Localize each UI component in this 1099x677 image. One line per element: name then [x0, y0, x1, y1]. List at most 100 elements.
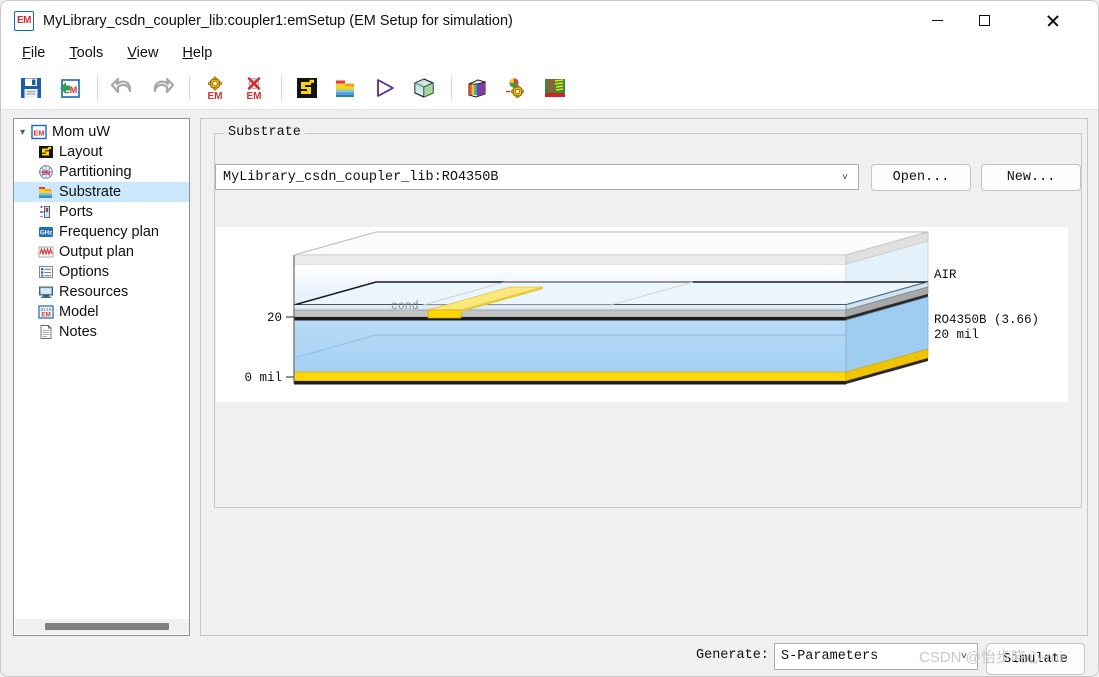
- save-button[interactable]: [15, 72, 47, 104]
- tree-item-label: Model: [59, 304, 99, 320]
- tree-item-ports[interactable]: Ports: [14, 202, 189, 222]
- tree-item-resources[interactable]: Resources: [14, 282, 189, 302]
- layout-icon: [297, 77, 317, 98]
- save-icon: [21, 77, 41, 98]
- results-button[interactable]: [539, 72, 571, 104]
- em-delete-icon: EM: [247, 76, 262, 101]
- tree-item-label: Resources: [59, 284, 129, 300]
- import-em-setup-button[interactable]: EM: [54, 72, 86, 104]
- scrollbar-thumb[interactable]: [45, 623, 169, 630]
- menu-item-file[interactable]: File: [10, 45, 57, 61]
- toolbar-separator-4: [451, 75, 452, 100]
- chevron-down-icon[interactable]: ˅: [951, 651, 977, 662]
- svg-text:EM: EM: [247, 91, 262, 101]
- axis-label-20: 20: [267, 311, 282, 325]
- svg-text:EM: EM: [33, 129, 44, 138]
- maximize-button[interactable]: [961, 1, 1007, 40]
- toolbar-separator-1: [97, 75, 98, 100]
- resources-icon: [37, 284, 54, 301]
- tree-item-label: Output plan: [59, 244, 134, 260]
- layer-label-ro4350b: RO4350B (3.66): [934, 313, 1039, 327]
- simulate-button[interactable]: Simulate: [986, 643, 1085, 675]
- generate-select[interactable]: S-Parameters ˅: [774, 643, 978, 670]
- main-body: ▾ EM Mom uW Layout EM Partitioning Subst…: [1, 110, 1098, 676]
- tree-item-layout[interactable]: Layout: [14, 142, 189, 162]
- layout-button[interactable]: [291, 72, 323, 104]
- tree-item-frequency-plan[interactable]: GHz Frequency plan: [14, 222, 189, 242]
- group-box-legend: Substrate: [224, 125, 305, 140]
- redo-button[interactable]: [146, 72, 178, 104]
- tree-item-options[interactable]: Options: [14, 262, 189, 282]
- minimize-icon: [931, 19, 943, 22]
- tree-item-substrate[interactable]: Substrate: [14, 182, 189, 202]
- title-bar: EM MyLibrary_csdn_coupler_lib:coupler1:e…: [1, 1, 1098, 40]
- menu-item-help[interactable]: Help: [170, 45, 224, 61]
- chevron-down-icon[interactable]: ▾: [17, 127, 28, 138]
- view-3d-icon: [414, 77, 434, 98]
- generate-select-value: S-Parameters: [781, 649, 879, 664]
- tree-item-label: Partitioning: [59, 164, 132, 180]
- tree-item-label: Frequency plan: [59, 224, 159, 240]
- toolbar: EM EM EM: [1, 66, 1098, 110]
- svg-text:EM: EM: [41, 312, 51, 319]
- tree-horizontal-scrollbar[interactable]: [15, 619, 189, 634]
- menu-item-view[interactable]: View: [115, 45, 170, 61]
- substrate-3d-illustration[interactable]: cond 20 0 mil AIR RO4350B (3.66) 20 mil: [216, 227, 1068, 402]
- chevron-down-icon[interactable]: ˅: [832, 172, 858, 183]
- svg-text:EM: EM: [41, 171, 50, 177]
- toolbar-separator-2: [189, 75, 190, 100]
- notes-icon: [37, 324, 54, 341]
- output-plan-icon: [37, 244, 54, 261]
- close-button[interactable]: [1029, 1, 1075, 40]
- tree-item-mom-uw[interactable]: ▾ EM Mom uW: [14, 122, 189, 142]
- tree-item-partitioning[interactable]: EM Partitioning: [14, 162, 189, 182]
- menu-bar: File Tools View Help: [1, 40, 1098, 66]
- tree-item-model[interactable]: 0110 EM Model: [14, 302, 189, 322]
- visualization-button[interactable]: [461, 72, 493, 104]
- minimize-button[interactable]: [914, 1, 960, 40]
- port-button[interactable]: [369, 72, 401, 104]
- tree-item-label: Notes: [59, 324, 97, 340]
- partitioning-icon: EM: [37, 164, 54, 181]
- new-button[interactable]: New...: [981, 164, 1081, 191]
- redo-icon: [153, 77, 175, 93]
- axis-label-0-mil: 0 mil: [244, 371, 282, 385]
- maximize-icon: [978, 15, 990, 26]
- tree-item-output-plan[interactable]: Output plan: [14, 242, 189, 262]
- em-settings-icon: EM: [208, 76, 223, 101]
- substrate-icon: [336, 80, 354, 97]
- open-button[interactable]: Open...: [871, 164, 971, 191]
- tree-item-label: Mom uW: [52, 124, 110, 140]
- em-icon: EM: [30, 124, 47, 141]
- substrate-group-box: Substrate MyLibrary_csdn_coupler_lib:RO4…: [214, 125, 1082, 508]
- em-settings-button[interactable]: EM: [199, 72, 231, 104]
- substrate-cross-section-svg: cond 20 0 mil AIR RO4350B (3.66) 20 mil: [244, 231, 1039, 385]
- close-icon: [1046, 14, 1059, 27]
- substrate-content-panel: Substrate MyLibrary_csdn_coupler_lib:RO4…: [200, 118, 1088, 636]
- tree-item-notes[interactable]: Notes: [14, 322, 189, 342]
- em-delete-button[interactable]: EM: [238, 72, 270, 104]
- ports-icon: [37, 204, 54, 221]
- svg-text:GHz: GHz: [39, 230, 51, 237]
- port-icon: [377, 78, 394, 97]
- visualization-icon: [468, 78, 487, 98]
- menu-item-tools[interactable]: Tools: [57, 45, 115, 61]
- undo-button[interactable]: [107, 72, 139, 104]
- layer-label-thickness: 20 mil: [934, 328, 979, 342]
- conductor-label: cond: [391, 300, 419, 313]
- substrate-select[interactable]: MyLibrary_csdn_coupler_lib:RO4350B ˅: [215, 164, 859, 190]
- substrate-button[interactable]: [330, 72, 362, 104]
- substrate-icon: [37, 184, 54, 201]
- toolbar-separator-3: [281, 75, 282, 100]
- simulation-setup-button[interactable]: [500, 72, 532, 104]
- frequency-icon: GHz: [37, 224, 54, 241]
- svg-text:EM: EM: [208, 91, 223, 101]
- tree-item-label: Options: [59, 264, 109, 280]
- layout-icon: [37, 144, 54, 161]
- substrate-select-value: MyLibrary_csdn_coupler_lib:RO4350B: [223, 169, 499, 185]
- setup-tree-panel[interactable]: ▾ EM Mom uW Layout EM Partitioning Subst…: [13, 118, 190, 636]
- footer-bar: Generate: S-Parameters ˅ Simulate: [200, 636, 1088, 676]
- app-icon: EM: [14, 10, 34, 31]
- view-3d-button[interactable]: [408, 72, 440, 104]
- results-icon: [545, 78, 565, 97]
